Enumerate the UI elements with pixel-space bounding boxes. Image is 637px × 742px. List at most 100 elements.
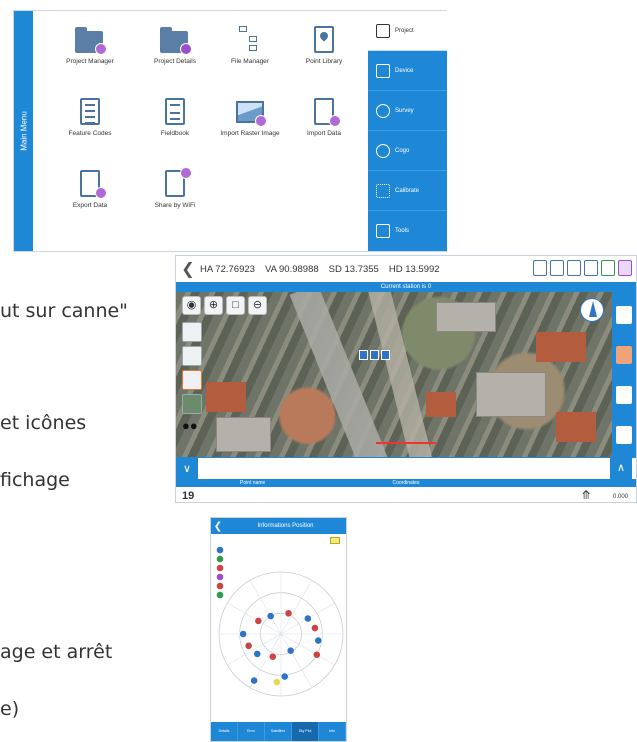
nav-item-calibrate[interactable]: Calibrate xyxy=(368,171,447,211)
main-menu-grid: Project Manager Project Details File Man… xyxy=(33,11,368,251)
lock-icon[interactable] xyxy=(550,260,564,276)
tile-export-data[interactable]: Export Data xyxy=(45,163,135,223)
tile-label: Point Library xyxy=(305,58,343,65)
nav-item-label: Project xyxy=(395,27,414,34)
compass-icon[interactable] xyxy=(580,298,604,322)
zoom-out-icon[interactable]: ⊖ xyxy=(248,296,267,315)
fieldbook-icon xyxy=(160,97,190,127)
footsteps-icon[interactable]: ●● xyxy=(182,418,202,438)
legend-dot xyxy=(216,591,224,599)
zoom-in-icon[interactable]: ⊕ xyxy=(204,296,223,315)
legend-dot xyxy=(216,555,224,563)
main-menu-title: Main Menu xyxy=(19,111,28,151)
tab-error[interactable]: Error xyxy=(238,722,265,741)
column-header: Coordinates xyxy=(392,480,420,486)
tile-label: Share by WiFi xyxy=(154,202,196,209)
tile-feature-codes[interactable]: Feature Codes xyxy=(45,91,135,151)
cogo-icon xyxy=(376,143,390,158)
chevron-up-icon[interactable]: ∧ xyxy=(610,457,632,479)
home-icon xyxy=(376,23,390,38)
export-data-icon xyxy=(75,169,107,199)
ha-value: HA 72.76923 xyxy=(200,263,255,275)
nav-item-survey[interactable]: Survey xyxy=(368,91,447,131)
map-building xyxy=(476,372,546,417)
tile-share-by-wifi[interactable]: Share by WiFi xyxy=(130,163,220,223)
nav-item-device[interactable]: Device xyxy=(368,51,447,91)
calibrate-icon xyxy=(376,183,390,198)
status-icons xyxy=(533,260,632,276)
satellite-marker xyxy=(312,650,321,659)
sky-spoke xyxy=(249,580,282,635)
tile-label: Project Manager xyxy=(66,58,114,65)
zoom-extent-icon[interactable]: □ xyxy=(226,296,245,315)
column-header xyxy=(483,479,636,487)
pole-icon[interactable]: ⤊ xyxy=(581,488,591,502)
nav-item-project[interactable]: Project xyxy=(368,11,447,51)
sky-spoke xyxy=(280,580,313,635)
hd-value: HD 13.5992 xyxy=(388,263,440,275)
nav-item-label: Survey xyxy=(395,107,414,114)
point-row[interactable]: 19 xyxy=(176,487,636,502)
map-roof xyxy=(426,392,456,417)
nav-item-label: Calibrate xyxy=(395,187,420,194)
satellite-marker xyxy=(254,617,263,625)
battery-icon[interactable] xyxy=(601,260,615,276)
tab-details[interactable]: Details xyxy=(211,722,238,741)
import-data-icon xyxy=(309,97,341,127)
tab-sky-plot[interactable]: Sky Plot xyxy=(292,722,319,741)
wifi-share-icon xyxy=(160,167,192,199)
page-title: Informations Position xyxy=(257,523,314,529)
sky-plot-screen: ❮ Informations Position Details Error Sa… xyxy=(210,517,347,742)
satellite-marker xyxy=(284,609,293,618)
sky-plot xyxy=(216,546,344,697)
satellite-marker xyxy=(266,612,275,621)
target-height[interactable]: 0.000 xyxy=(613,494,628,500)
main-menu-tab[interactable]: Main Menu xyxy=(14,11,33,251)
legend-dot xyxy=(216,546,224,554)
layers-icon[interactable] xyxy=(182,322,202,342)
satellite-marker xyxy=(268,652,277,661)
station-banner: Current station is 0 xyxy=(176,282,636,292)
nav-item-label: Cogo xyxy=(395,147,410,154)
satellite-marker xyxy=(239,630,248,638)
tile-import-data[interactable]: Import Data xyxy=(279,91,369,151)
instrument-icon[interactable] xyxy=(533,260,547,276)
nav-item-tools[interactable]: Tools xyxy=(368,211,447,251)
document-icon[interactable] xyxy=(182,370,202,390)
tab-satellites[interactable]: Satellites xyxy=(265,722,292,741)
map-roof xyxy=(556,412,596,442)
satellite-marker xyxy=(314,636,323,645)
tile-project-manager[interactable]: Project Manager xyxy=(45,19,135,79)
satellite-map[interactable]: ◉ ⊕ □ ⊖ ●● xyxy=(176,292,614,457)
sd-value: SD 13.7355 xyxy=(328,263,379,275)
file-tree-icon xyxy=(235,25,265,55)
target-icon[interactable] xyxy=(567,260,581,276)
va-value: VA 90.98988 xyxy=(264,263,319,275)
measure-icon[interactable] xyxy=(616,346,632,364)
column-header: Point name xyxy=(240,480,266,486)
prism-icon[interactable] xyxy=(584,260,598,276)
stakeout-icon[interactable] xyxy=(182,346,202,366)
map-roof xyxy=(206,382,246,412)
back-button[interactable]: ❮ xyxy=(180,259,196,279)
tag-icon[interactable]: ◉ xyxy=(182,296,201,315)
point-number: 19 xyxy=(182,489,195,502)
tile-point-library[interactable]: Point Library xyxy=(279,19,369,79)
satellite-marker xyxy=(253,650,262,658)
map-layer-icon[interactable] xyxy=(182,394,202,414)
right-nav-menu: Project Device Survey Cogo Calibrate Too… xyxy=(368,11,447,251)
doc-text-line: et icônes xyxy=(0,412,87,434)
satellite-marker xyxy=(286,646,295,655)
survey-points[interactable] xyxy=(359,350,390,360)
nav-item-cogo[interactable]: Cogo xyxy=(368,131,447,171)
folder-info-icon xyxy=(160,25,192,55)
survey-man-icon[interactable] xyxy=(616,386,632,404)
back-button[interactable]: ❮ xyxy=(211,521,225,532)
device-icon xyxy=(376,63,390,78)
note-icon[interactable] xyxy=(616,306,632,324)
settings-icon[interactable] xyxy=(618,260,632,276)
chevron-down-icon[interactable]: ∨ xyxy=(176,457,198,480)
doc-text-line: fichage xyxy=(0,469,70,491)
survey-man-icon[interactable] xyxy=(616,426,632,444)
tab-info[interactable]: Info xyxy=(319,722,346,741)
